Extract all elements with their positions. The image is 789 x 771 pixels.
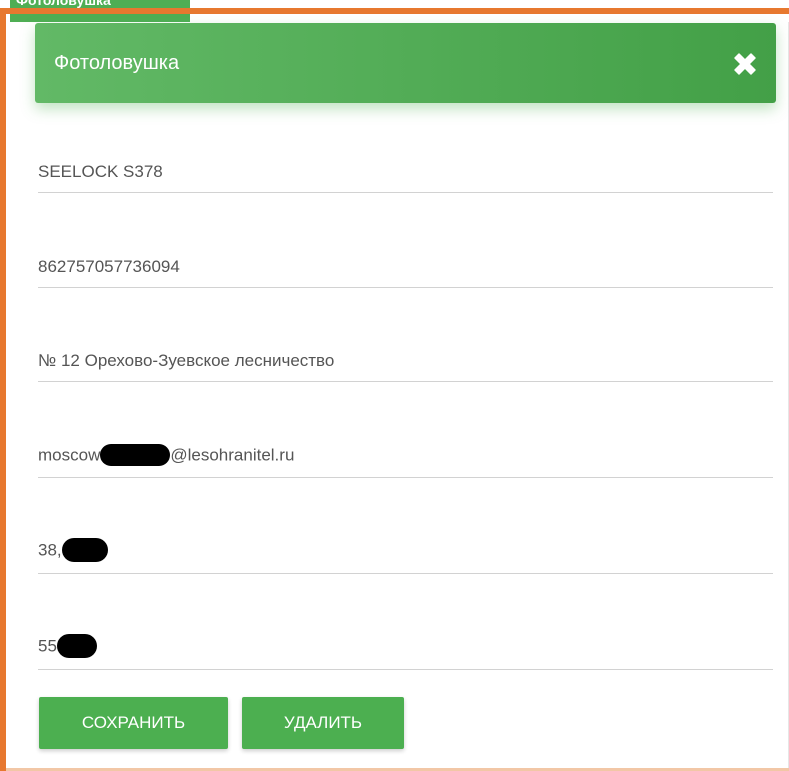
annotation-border-top [0,8,789,14]
model-field[interactable]: SEELOCK S378 [38,152,773,193]
imei-field[interactable]: 862757057736094 [38,247,773,288]
latitude-prefix: 38, [38,540,62,560]
location-field-value: № 12 Орехово-Зуевское лесничество [38,351,335,370]
redaction-mark [56,634,97,658]
background-tab-label: Фотоловушка [16,0,111,8]
delete-button[interactable]: УДАЛИТЬ [242,697,404,749]
location-field[interactable]: № 12 Орехово-Зуевское лесничество [38,341,773,382]
save-button[interactable]: СОХРАНИТЬ [39,697,228,749]
close-icon[interactable] [730,49,760,79]
longitude-prefix: 55 [38,636,57,656]
model-field-value: SEELOCK S378 [38,162,163,181]
latitude-field-value: 38, [38,538,108,563]
dialog-title: Фотоловушка [54,52,180,74]
latitude-field[interactable]: 38, [38,533,773,574]
email-suffix: @lesohranitel.ru [170,445,295,465]
email-field-value: moscow @lesohranitel.ru [38,444,295,467]
redaction-mark [61,538,108,562]
email-prefix: moscow [38,445,101,465]
annotation-border-left [0,8,6,771]
imei-field-value: 862757057736094 [38,257,180,276]
redaction-mark [100,444,171,466]
dialog-header: Фотоловушка [35,23,776,103]
email-field[interactable]: moscow @lesohranitel.ru [38,437,773,478]
screenshot-frame: Фотоловушка Фотоловушка SEELOCK S378 862… [0,0,789,771]
longitude-field-value: 55 [38,634,97,659]
longitude-field[interactable]: 55 [38,629,773,670]
